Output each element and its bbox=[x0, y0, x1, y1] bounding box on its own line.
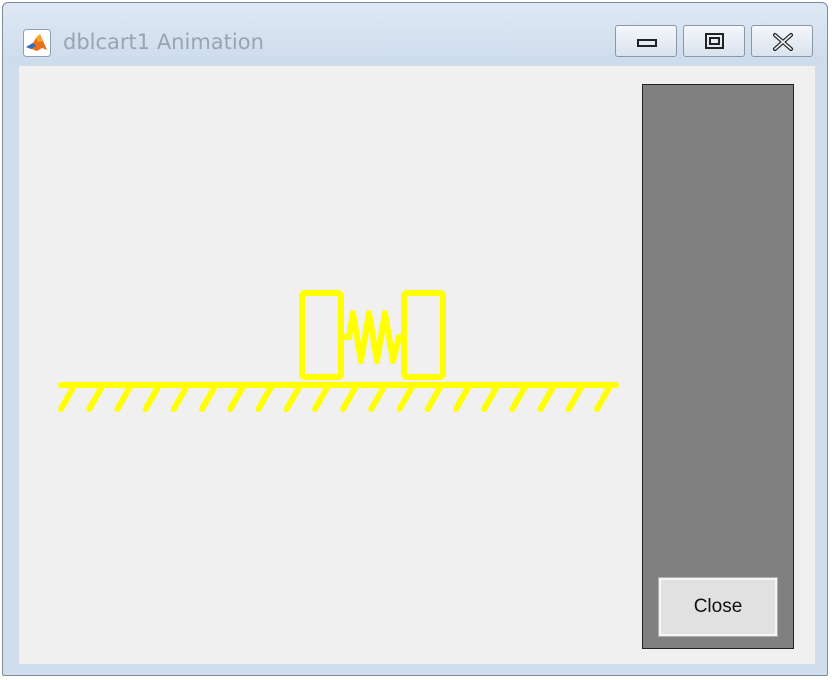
cart-right bbox=[401, 290, 446, 380]
ground-hatch bbox=[255, 385, 274, 412]
ground-hatch bbox=[114, 385, 133, 412]
ground-hatch bbox=[509, 385, 528, 412]
figure-area: Close bbox=[19, 66, 815, 664]
minimize-icon bbox=[637, 39, 657, 47]
minimize-button[interactable] bbox=[615, 25, 677, 57]
close-window-button[interactable] bbox=[751, 25, 813, 57]
title-bar[interactable]: dblcart1 Animation bbox=[3, 3, 827, 65]
close-icon bbox=[773, 33, 793, 51]
ground-hatch bbox=[368, 385, 387, 412]
app-window: dblcart1 Animation Close bbox=[2, 2, 828, 676]
ground-hatch bbox=[311, 385, 330, 412]
ground-hatch bbox=[594, 385, 612, 412]
restore-icon bbox=[705, 33, 724, 49]
close-button[interactable]: Close bbox=[658, 577, 778, 637]
animation-canvas bbox=[58, 290, 619, 412]
ground-hatch bbox=[283, 385, 302, 412]
ground-hatch bbox=[227, 385, 246, 412]
ground-hatch bbox=[565, 385, 584, 412]
spring bbox=[338, 310, 407, 364]
control-panel: Close bbox=[642, 84, 794, 649]
cart-left bbox=[299, 290, 344, 380]
ground-hatch bbox=[452, 385, 471, 412]
ground-hatch bbox=[537, 385, 556, 412]
matlab-logo-icon bbox=[23, 29, 51, 57]
ground-hatch bbox=[396, 385, 415, 412]
ground-hatch bbox=[58, 385, 76, 412]
ground-hatch bbox=[142, 385, 161, 412]
ground-hatch bbox=[199, 385, 218, 412]
ground-hatch bbox=[340, 385, 359, 412]
ground-hatch bbox=[481, 385, 500, 412]
restore-button[interactable] bbox=[683, 25, 745, 57]
window-title: dblcart1 Animation bbox=[63, 30, 264, 54]
ground-hatch bbox=[424, 385, 443, 412]
ground-hatch bbox=[86, 385, 105, 412]
ground-hatch bbox=[170, 385, 189, 412]
